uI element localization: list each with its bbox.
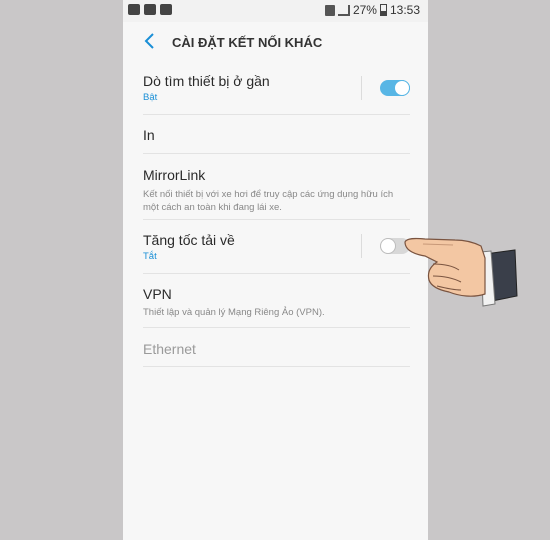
signal-icon [337, 4, 350, 16]
battery-percent: 27% [352, 3, 377, 17]
item-label: VPN [143, 286, 172, 302]
vertical-divider [361, 234, 362, 258]
page-title: CÀI ĐẶT KẾT NỐI KHÁC [172, 35, 323, 50]
item-description: Thiết lập và quản lý Mạng Riêng Ảo (VPN)… [143, 307, 325, 318]
battery-icon [379, 4, 387, 16]
pointing-hand-icon [404, 237, 518, 307]
item-label: Dò tìm thiết bị ở gần [143, 73, 270, 89]
message-icon [144, 4, 156, 15]
nearby-scanning-toggle[interactable] [380, 80, 410, 96]
item-label: MirrorLink [143, 167, 206, 183]
list-item-print[interactable]: In [143, 115, 410, 154]
sim-icon [324, 4, 335, 16]
item-label: Tăng tốc tải về [143, 232, 235, 248]
settings-list: Dò tìm thiết bị ở gần Bật In MirrorLink … [123, 62, 428, 367]
cloud-icon [160, 4, 172, 15]
gallery-icon [128, 4, 140, 15]
phone-screen: 27% 13:53 CÀI ĐẶT KẾT NỐI KHÁC Dò tìm th… [123, 0, 428, 540]
item-description: Kết nối thiết bị với xe hơi để truy cập … [143, 189, 394, 213]
list-item-mirrorlink[interactable]: MirrorLink Kết nối thiết bị với xe hơi đ… [143, 154, 410, 220]
back-arrow-icon[interactable] [143, 32, 163, 52]
status-right: 27% 13:53 [324, 3, 420, 17]
toggle-knob [380, 238, 396, 254]
list-item-nearby-device-scanning[interactable]: Dò tìm thiết bị ở gần Bật [143, 62, 410, 115]
item-status: Tắt [143, 251, 157, 262]
clock: 13:53 [389, 3, 420, 17]
notification-icons [128, 4, 172, 15]
app-bar: CÀI ĐẶT KẾT NỐI KHÁC [123, 22, 428, 62]
toggle-knob [394, 80, 410, 96]
list-item-ethernet: Ethernet [143, 328, 410, 367]
vertical-divider [361, 76, 362, 100]
list-item-download-booster[interactable]: Tăng tốc tải về Tắt [143, 220, 410, 274]
item-label: In [143, 127, 155, 143]
status-bar: 27% 13:53 [123, 0, 428, 22]
item-status: Bật [143, 92, 158, 103]
item-label: Ethernet [143, 341, 196, 357]
list-item-vpn[interactable]: VPN Thiết lập và quản lý Mạng Riêng Ảo (… [143, 274, 410, 328]
